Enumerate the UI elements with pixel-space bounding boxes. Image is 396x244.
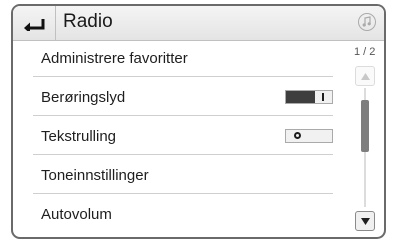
back-arrow-icon bbox=[24, 19, 45, 31]
scrollbar[interactable]: 1 / 2 bbox=[346, 40, 384, 237]
menu-item-beroringslyd[interactable]: Berøringslyd bbox=[33, 79, 333, 116]
chevron-down-icon bbox=[361, 218, 370, 225]
page-indicator: 1 / 2 bbox=[354, 46, 376, 58]
menu-item-label: Berøringslyd bbox=[41, 89, 126, 106]
header-bar: Radio bbox=[13, 6, 384, 41]
divider bbox=[33, 154, 333, 155]
menu-item-toneinnstillinger[interactable]: Toneinnstillinger bbox=[33, 157, 333, 194]
music-note-icon[interactable] bbox=[358, 13, 376, 31]
divider bbox=[33, 193, 333, 194]
tekstrulling-toggle[interactable] bbox=[285, 129, 333, 143]
scroll-up-button[interactable] bbox=[355, 66, 375, 86]
scroll-thumb[interactable] bbox=[361, 100, 369, 152]
menu-item-administrere-favoritter[interactable]: Administrere favoritter bbox=[33, 40, 333, 77]
menu-item-tekstrulling[interactable]: Tekstrulling bbox=[33, 118, 333, 155]
menu-item-label: Toneinnstillinger bbox=[41, 167, 149, 184]
toggle-on-mark-icon bbox=[322, 93, 324, 101]
divider bbox=[33, 115, 333, 116]
scroll-down-button[interactable] bbox=[355, 211, 375, 231]
menu-item-label: Tekstrulling bbox=[41, 128, 117, 145]
menu-item-autovolum[interactable]: Autovolum bbox=[33, 196, 333, 233]
toggle-fill bbox=[286, 91, 315, 103]
screen-frame: Radio Administrere favoritter Berøringsl… bbox=[11, 4, 386, 239]
menu-item-label: Administrere favoritter bbox=[41, 50, 188, 67]
page-title: Radio bbox=[63, 11, 113, 32]
chevron-up-icon bbox=[361, 73, 370, 80]
beroringslyd-toggle[interactable] bbox=[285, 90, 333, 104]
back-button[interactable] bbox=[13, 6, 56, 40]
settings-list: Administrere favoritter Berøringslyd Tek… bbox=[13, 40, 348, 237]
toggle-off-mark-icon bbox=[294, 132, 301, 139]
divider bbox=[33, 76, 333, 77]
menu-item-label: Autovolum bbox=[41, 206, 112, 223]
